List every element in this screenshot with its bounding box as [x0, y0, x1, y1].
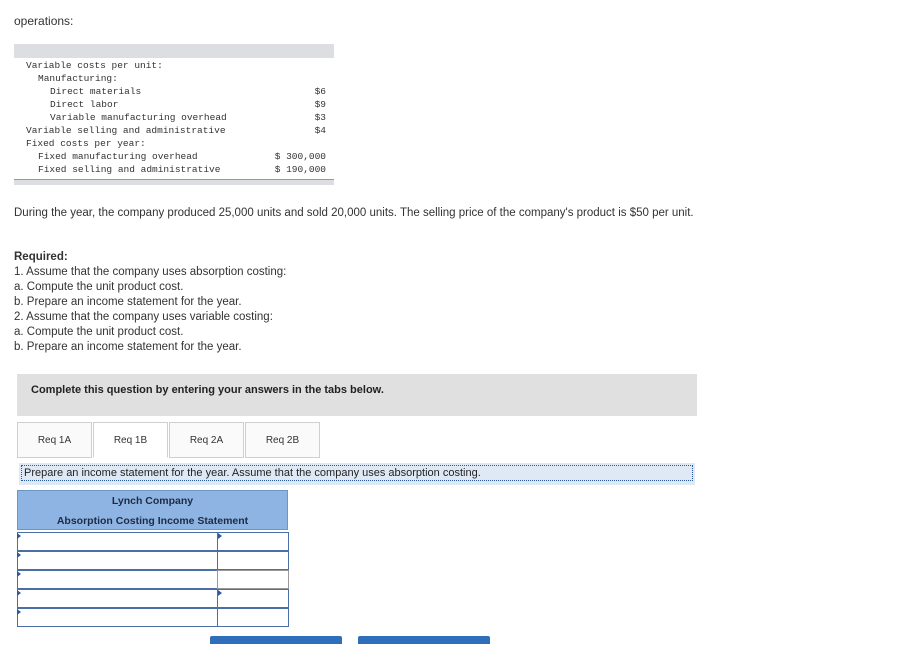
cost-row: Manufacturing: — [14, 72, 334, 85]
cost-row: Fixed costs per year: — [14, 137, 334, 150]
required-item: 1. Assume that the company uses absorpti… — [14, 266, 287, 278]
cost-row: Fixed selling and administrative $ 190,0… — [14, 163, 334, 176]
tab-req-1a[interactable]: Req 1A — [17, 422, 92, 458]
statement-row — [17, 551, 289, 571]
cost-row: Variable costs per unit: — [14, 59, 334, 72]
statement-label-input[interactable] — [17, 608, 218, 627]
cost-row: Direct labor $9 — [14, 98, 334, 111]
statement-row — [17, 532, 289, 552]
cost-row-value: $ 300,000 — [274, 151, 326, 162]
required-item: 2. Assume that the company uses variable… — [14, 311, 273, 323]
dropdown-marker-icon — [17, 571, 21, 577]
dropdown-marker-icon — [218, 590, 222, 596]
statement-company-name: Lynch Company — [111, 495, 194, 507]
cost-table: Variable costs per unit: Manufacturing: … — [14, 44, 334, 186]
statement-header: Lynch Company Absorption Costing Income … — [17, 490, 288, 530]
cost-row-label: Manufacturing: — [38, 73, 118, 84]
intro-text: operations: — [14, 14, 74, 28]
required-title: Required: — [14, 251, 68, 263]
cost-row: Variable manufacturing overhead $3 — [14, 111, 334, 124]
cost-row-value: $3 — [314, 112, 326, 123]
cost-row-label: Fixed costs per year: — [26, 138, 146, 149]
cost-row-value: $9 — [314, 99, 326, 110]
cost-row-value: $ 190,000 — [274, 164, 326, 175]
statement-row — [17, 589, 289, 609]
cost-row-label: Variable costs per unit: — [26, 60, 163, 71]
cost-table-header-bar — [14, 44, 334, 58]
required-item: a. Compute the unit product cost. — [14, 281, 184, 293]
statement-amount-input[interactable] — [217, 570, 289, 589]
statement-amount-input[interactable] — [217, 608, 289, 627]
dropdown-marker-icon — [218, 533, 222, 539]
statement-label-input[interactable] — [17, 589, 218, 609]
income-statement-table: Lynch Company Absorption Costing Income … — [17, 490, 289, 630]
cost-row-label: Fixed manufacturing overhead — [38, 151, 198, 162]
problem-description: During the year, the company produced 25… — [14, 207, 694, 219]
tab-req-1b[interactable]: Req 1B — [93, 422, 168, 458]
required-item: b. Prepare an income statement for the y… — [14, 341, 242, 353]
cost-row: Variable selling and administrative $4 — [14, 124, 334, 137]
dropdown-marker-icon — [17, 552, 21, 558]
statement-amount-input[interactable] — [217, 589, 289, 608]
dropdown-marker-icon — [17, 609, 21, 615]
cost-row-label: Variable selling and administrative — [26, 125, 226, 136]
cost-row-label: Fixed selling and administrative — [38, 164, 221, 175]
prev-tab-button[interactable] — [210, 636, 342, 644]
complete-banner: Complete this question by entering your … — [17, 374, 697, 416]
cost-table-footer-bar — [14, 179, 334, 185]
cost-row-label: Variable manufacturing overhead — [50, 112, 227, 123]
tab-bar: Req 1A Req 1B Req 2A Req 2B — [17, 422, 327, 459]
required-section: Required: 1. Assume that the company use… — [14, 250, 754, 355]
statement-amount-input[interactable] — [217, 551, 289, 570]
statement-label-input[interactable] — [17, 532, 218, 552]
cost-row-label: Direct labor — [50, 99, 119, 110]
instruction-text: Prepare an income statement for the year… — [21, 465, 693, 481]
statement-amount-input[interactable] — [217, 532, 289, 551]
cost-row: Fixed manufacturing overhead $ 300,000 — [14, 150, 334, 163]
statement-title: Absorption Costing Income Statement — [56, 515, 249, 527]
instruction-bar: Prepare an income statement for the year… — [19, 463, 695, 485]
cost-row-value: $4 — [314, 125, 326, 136]
dropdown-marker-icon — [17, 590, 21, 596]
cost-row-label: Direct materials — [50, 86, 142, 97]
required-item: b. Prepare an income statement for the y… — [14, 296, 242, 308]
required-item: a. Compute the unit product cost. — [14, 326, 184, 338]
statement-label-input[interactable] — [17, 570, 218, 589]
dropdown-marker-icon — [17, 533, 21, 539]
tab-req-2a[interactable]: Req 2A — [169, 422, 244, 458]
cost-row-value: $6 — [314, 86, 326, 97]
complete-banner-text: Complete this question by entering your … — [31, 384, 384, 396]
statement-row — [17, 570, 289, 589]
statement-label-input[interactable] — [17, 551, 218, 571]
cost-row: Direct materials $6 — [14, 85, 334, 98]
tab-req-2b[interactable]: Req 2B — [245, 422, 320, 458]
statement-row — [17, 608, 289, 627]
next-tab-button[interactable] — [358, 636, 490, 644]
